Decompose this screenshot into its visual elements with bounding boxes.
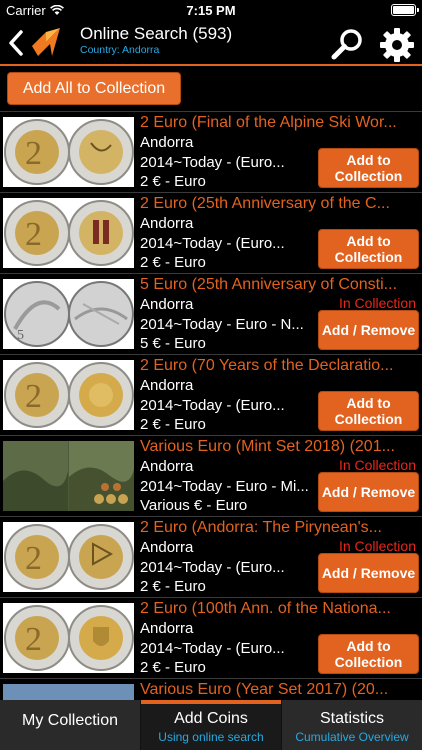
coin-title: 5 Euro (25th Anniversary of Consti... [140, 276, 398, 293]
coin-denomination: 2 € - Euro [140, 173, 206, 190]
coin-title: 2 Euro (Final of the Alpine Ski Wor... [140, 114, 397, 131]
add-to-collection-button[interactable]: Add to Collection [318, 229, 419, 269]
coin-thumbnail: 2 [3, 117, 134, 187]
coin-denomination: 5 € - Euro [140, 335, 206, 352]
coin-thumbnail: 2 [3, 360, 134, 430]
tab-label: Statistics [319, 710, 384, 727]
coin-period: 2014~Today - (Euro... [140, 559, 285, 576]
status-bar: Carrier 7:15 PM [0, 0, 422, 20]
coin-list[interactable]: 2 2 Euro (Final of the Alpine Ski Wor...… [0, 111, 422, 700]
coin-row[interactable]: 2 2 Euro (25th Anniversary of the C... A… [0, 192, 422, 273]
add-all-bar: Add All to Collection [0, 66, 422, 111]
tab-sublabel: Using online search [158, 730, 264, 744]
battery-icon [391, 4, 419, 16]
coin-denomination: 2 € - Euro [140, 416, 206, 433]
coin-country: Andorra [140, 458, 194, 475]
tab-statistics[interactable]: Statistics Cumulative Overview [282, 700, 422, 750]
in-collection-badge: In Collection [338, 295, 416, 311]
add-remove-button[interactable]: Add / Remove [318, 472, 419, 512]
coin-thumbnail [3, 684, 134, 700]
svg-text:2: 2 [25, 135, 42, 172]
coin-row[interactable]: 2 2 Euro (70 Years of the Declaratio... … [0, 354, 422, 435]
tab-label: My Collection [21, 712, 119, 729]
coin-thumbnail: 5 [3, 279, 134, 349]
navigation-bar: Online Search (593) Country: Andorra [0, 20, 422, 66]
coin-row[interactable]: 5 5 Euro (25th Anniversary of Consti... … [0, 273, 422, 354]
tab-label: Add Coins [174, 710, 248, 727]
coin-denomination: Various € - Euro [140, 497, 248, 514]
coin-row[interactable]: 2 2 Euro (Final of the Alpine Ski Wor...… [0, 111, 422, 192]
coin-title: 2 Euro (70 Years of the Declaratio... [140, 357, 394, 374]
add-to-collection-button[interactable]: Add to Collection [318, 148, 419, 188]
coin-thumbnail: 2 [3, 603, 134, 673]
coin-title: Various Euro (Mint Set 2018) (201... [140, 438, 395, 455]
svg-text:2: 2 [25, 378, 42, 415]
coin-period: 2014~Today - Euro - N... [140, 316, 304, 333]
clock: 7:15 PM [186, 3, 236, 18]
svg-text:2: 2 [25, 621, 42, 658]
coin-title: 2 Euro (Andorra: The Pirynean's... [140, 519, 382, 536]
coin-thumbnail [3, 441, 134, 511]
tab-sublabel: Cumulative Overview [295, 730, 409, 744]
coin-row[interactable]: Various Euro (Year Set 2017) (20... [0, 678, 422, 700]
coin-period: 2014~Today - (Euro... [140, 397, 285, 414]
add-remove-button[interactable]: Add / Remove [318, 553, 419, 593]
page-title: Online Search (593) [80, 24, 233, 43]
coin-country: Andorra [140, 296, 194, 313]
coin-row[interactable]: 2 2 Euro (Andorra: The Pirynean's... In … [0, 516, 422, 597]
svg-text:2: 2 [25, 540, 42, 577]
app-logo-icon [32, 28, 60, 56]
add-to-collection-button[interactable]: Add to Collection [318, 391, 419, 431]
coin-thumbnail: 2 [3, 522, 134, 592]
add-to-collection-button[interactable]: Add to Collection [318, 634, 419, 674]
search-icon[interactable] [330, 26, 366, 62]
coin-denomination: 2 € - Euro [140, 254, 206, 271]
coin-title: Various Euro (Year Set 2017) (20... [140, 681, 389, 698]
gear-icon[interactable] [378, 26, 416, 64]
add-all-to-collection-button[interactable]: Add All to Collection [7, 72, 181, 105]
coin-row[interactable]: 2 2 Euro (100th Ann. of the Nationa... A… [0, 597, 422, 678]
in-collection-badge: In Collection [338, 457, 416, 473]
coin-period: 2014~Today - (Euro... [140, 640, 285, 657]
coin-period: 2014~Today - (Euro... [140, 154, 285, 171]
coin-country: Andorra [140, 539, 194, 556]
coin-period: 2014~Today - (Euro... [140, 235, 285, 252]
svg-text:2: 2 [25, 216, 42, 253]
coin-country: Andorra [140, 134, 194, 151]
tab-add-coins[interactable]: Add Coins Using online search [141, 700, 282, 750]
coin-title: 2 Euro (100th Ann. of the Nationa... [140, 600, 391, 617]
coin-denomination: 2 € - Euro [140, 578, 206, 595]
coin-period: 2014~Today - Euro - Mi... [140, 478, 309, 495]
coin-country: Andorra [140, 620, 194, 637]
coin-row[interactable]: Various Euro (Mint Set 2018) (201... In … [0, 435, 422, 516]
tab-my-collection[interactable]: My Collection [0, 700, 141, 750]
coin-denomination: 2 € - Euro [140, 659, 206, 676]
in-collection-badge: In Collection [338, 538, 416, 554]
country-filter-label: Country: Andorra [80, 44, 160, 56]
coin-thumbnail: 2 [3, 198, 134, 268]
back-chevron-icon[interactable] [6, 29, 26, 57]
tab-bar: My Collection Add Coins Using online sea… [0, 700, 422, 750]
coin-country: Andorra [140, 377, 194, 394]
coin-country: Andorra [140, 215, 194, 232]
add-remove-button[interactable]: Add / Remove [318, 310, 419, 350]
svg-text:5: 5 [17, 328, 24, 343]
coin-title: 2 Euro (25th Anniversary of the C... [140, 195, 390, 212]
